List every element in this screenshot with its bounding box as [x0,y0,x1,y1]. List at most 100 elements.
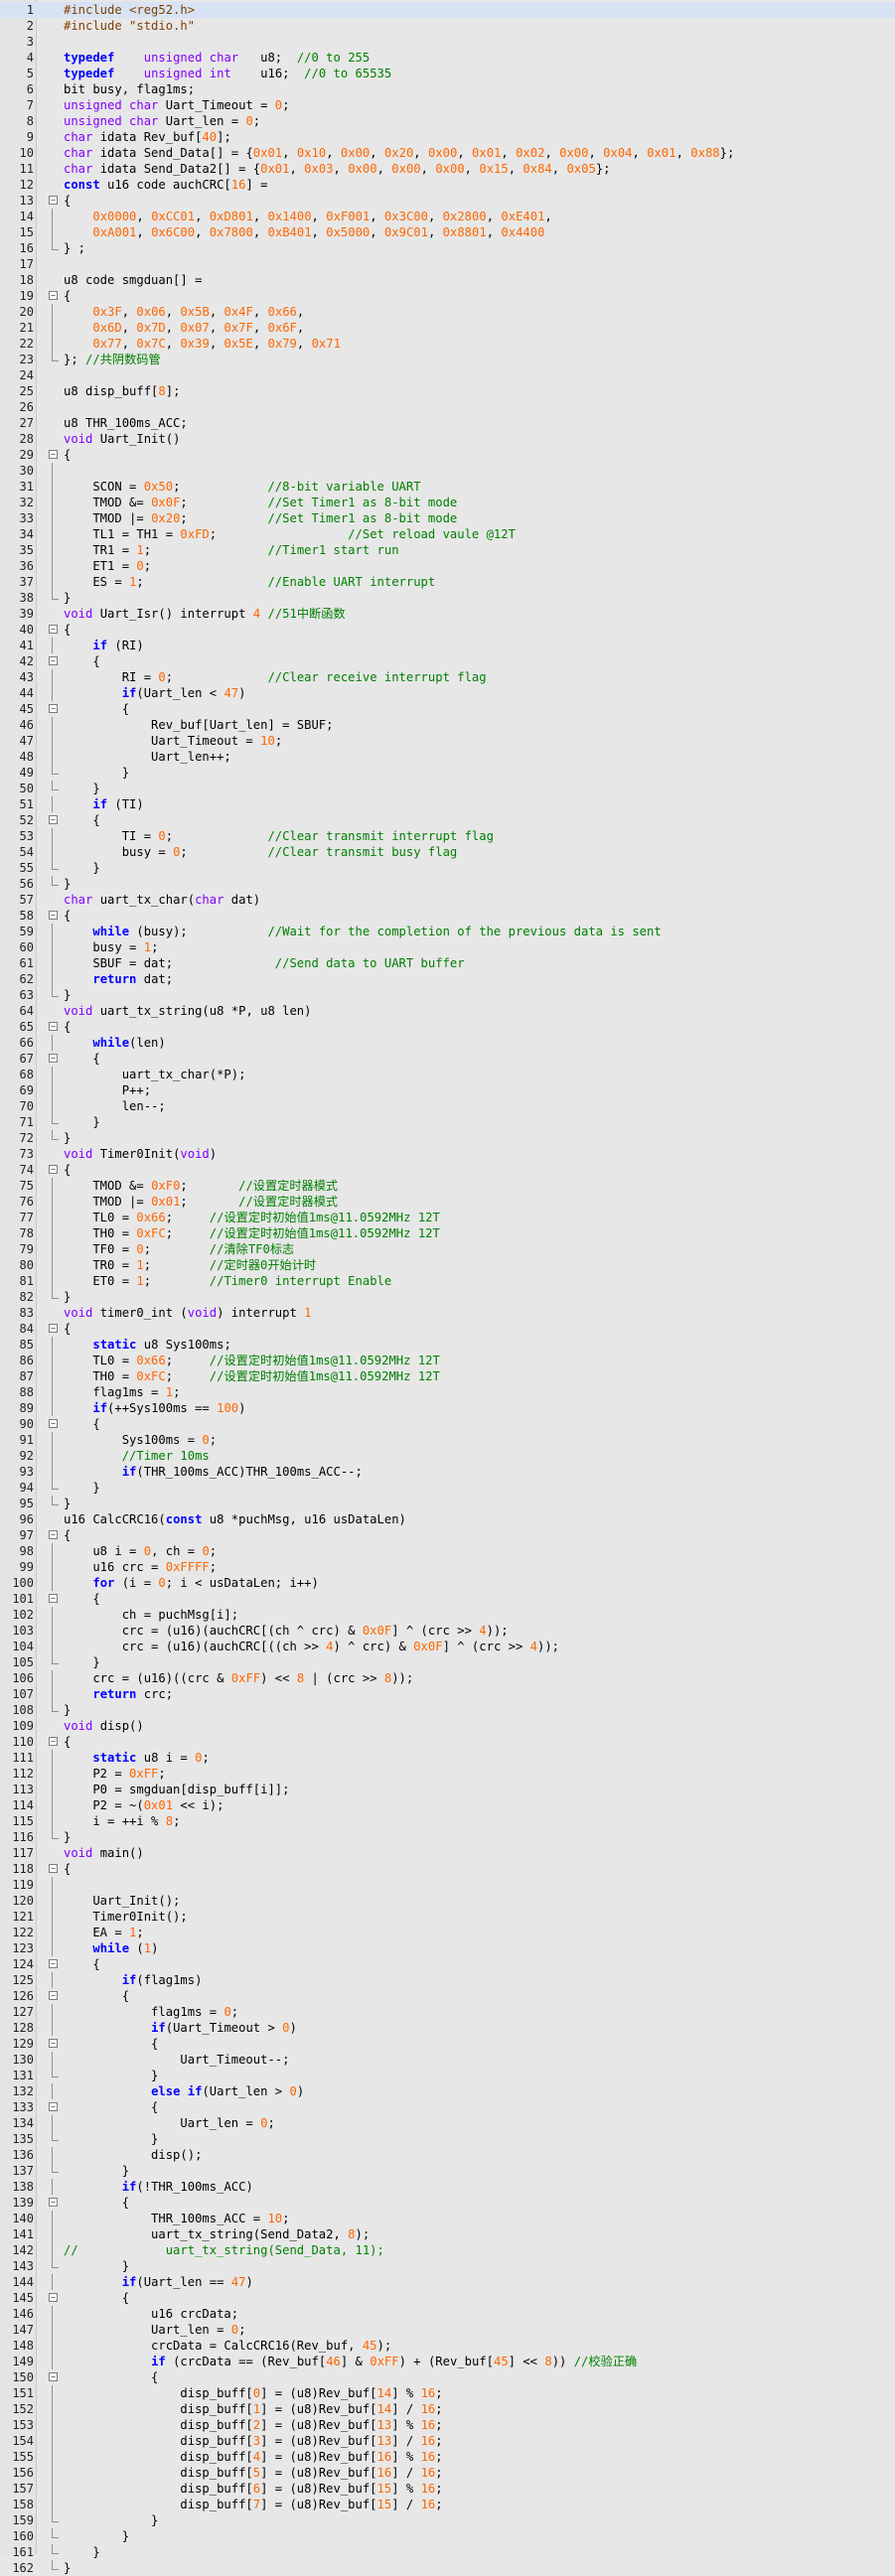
code-line[interactable]: 33 TMOD |= 0x20; //Set Timer1 as 8-bit m… [0,510,895,526]
code-line[interactable]: 97 −{ [0,1527,895,1543]
code-line[interactable]: 24 [0,367,895,383]
code-line[interactable]: 157 disp_buff[6] = (u8)Rev_buf[15] % 16; [0,2481,895,2497]
code-line[interactable]: 46 Rev_buf[Uart_len] = SBUF; [0,717,895,733]
code-line[interactable]: 134 Uart_len = 0; [0,2115,895,2131]
code-line[interactable]: 17 [0,256,895,272]
code-line[interactable]: 84 −{ [0,1321,895,1337]
code-line[interactable]: 162} [0,2560,895,2576]
code-line[interactable]: 146 u16 crcData; [0,2306,895,2322]
code-line[interactable]: 45 − { [0,701,895,717]
code-line[interactable]: 123 while (1) [0,1940,895,1956]
code-line[interactable]: 9 char idata Rev_buf[40]; [0,129,895,145]
fold-toggle-icon[interactable]: − [49,2372,58,2381]
code-line[interactable]: 30 [0,463,895,479]
code-line[interactable]: 154 disp_buff[3] = (u8)Rev_buf[13] / 16; [0,2433,895,2449]
fold-toggle-icon[interactable]: − [49,1165,58,1174]
code-line[interactable]: 27 u8 THR_100ms_ACC; [0,415,895,431]
code-line[interactable]: 32 TMOD &= 0x0F; //Set Timer1 as 8-bit m… [0,495,895,510]
code-line[interactable]: 94 } [0,1480,895,1496]
code-line[interactable]: 79 TF0 = 0; //清除TF0标志 [0,1241,895,1257]
code-line[interactable]: 88 flag1ms = 1; [0,1384,895,1400]
code-line[interactable]: 39 void Uart_Isr() interrupt 4 //51中断函数 [0,606,895,622]
code-line[interactable]: 42 − { [0,653,895,669]
code-line[interactable]: 96 u16 CalcCRC16(const u8 *puchMsg, u16 u… [0,1511,895,1527]
code-line[interactable]: 16} ; [0,240,895,256]
code-line[interactable]: 26 [0,399,895,415]
fold-toggle-icon[interactable]: − [49,1022,58,1031]
code-line[interactable]: 100 for (i = 0; i < usDataLen; i++) [0,1575,895,1591]
code-line[interactable]: 145 − { [0,2290,895,2306]
code-line[interactable]: 131 } [0,2068,895,2083]
code-line[interactable]: 124 − { [0,1956,895,1972]
code-line[interactable]: 28 void Uart_Init() [0,431,895,447]
fold-toggle-icon[interactable]: − [49,704,58,713]
code-line[interactable]: 113 P0 = smgduan[disp_buff[i]]; [0,1782,895,1797]
code-line[interactable]: 127 flag1ms = 0; [0,2004,895,2020]
code-line[interactable]: 144 if(Uart_len == 47) [0,2274,895,2290]
code-line[interactable]: 47 Uart_Timeout = 10; [0,733,895,749]
code-line[interactable]: 36 ET1 = 0; [0,558,895,574]
code-line[interactable]: 81 ET0 = 1; //Timer0 interrupt Enable [0,1273,895,1289]
code-line[interactable]: 40 −{ [0,622,895,638]
fold-toggle-icon[interactable]: − [49,291,58,300]
code-line[interactable]: 95} [0,1496,895,1511]
fold-toggle-icon[interactable]: − [49,656,58,665]
code-line[interactable]: 64 void uart_tx_string(u8 *P, u8 len) [0,1003,895,1019]
code-line[interactable]: 139 − { [0,2195,895,2211]
code-line[interactable]: 98 u8 i = 0, ch = 0; [0,1543,895,1559]
code-line[interactable]: 129 − { [0,2036,895,2052]
code-line[interactable]: 10 char idata Send_Data[] = {0x01, 0x10, … [0,145,895,161]
code-line[interactable]: 52 − { [0,812,895,828]
code-line[interactable]: 119 [0,1877,895,1893]
code-line[interactable]: 136 disp(); [0,2147,895,2163]
fold-toggle-icon[interactable]: − [49,815,58,824]
code-editor[interactable]: 1 #include <reg52.h> 2 #include "stdio.h" 3 4… [0,0,895,2575]
code-line[interactable]: 60 busy = 1; [0,939,895,955]
code-line[interactable]: 12 const u16 code auchCRC[16] = [0,177,895,193]
code-line[interactable]: 160 } [0,2528,895,2544]
code-line[interactable]: 70 len--; [0,1098,895,1114]
code-line[interactable]: 25 u8 disp_buff[8]; [0,383,895,399]
fold-toggle-icon[interactable]: − [49,1991,58,2000]
code-line[interactable]: 29 −{ [0,447,895,463]
code-line[interactable]: 99 u16 crc = 0xFFFF; [0,1559,895,1575]
code-line[interactable]: 67 − { [0,1051,895,1067]
code-line[interactable]: 5 typedef unsigned int u16; //0 to 65535 [0,66,895,81]
code-line[interactable]: 106 crc = (u16)((crc & 0xFF) << 8 | (crc… [0,1670,895,1686]
fold-toggle-icon[interactable]: − [49,1530,58,1539]
code-line[interactable]: 20 0x3F, 0x06, 0x5B, 0x4F, 0x66, [0,304,895,320]
code-line[interactable]: 71 } [0,1114,895,1130]
code-line[interactable]: 37 ES = 1; //Enable UART interrupt [0,574,895,590]
code-line[interactable]: 56} [0,876,895,892]
code-line[interactable]: 130 Uart_Timeout--; [0,2052,895,2068]
code-line[interactable]: 83 void timer0_int (void) interrupt 1 [0,1305,895,1321]
code-line[interactable]: 4 typedef unsigned char u8; //0 to 255 [0,50,895,66]
fold-toggle-icon[interactable]: − [49,1324,58,1333]
code-line[interactable]: 114 P2 = ~(0x01 << i); [0,1797,895,1813]
code-line[interactable]: 135 } [0,2131,895,2147]
code-line[interactable]: 78 TH0 = 0xFC; //设置定时初始值1ms@11.0592MHz 1… [0,1225,895,1241]
code-line[interactable]: 58 −{ [0,908,895,924]
fold-toggle-icon[interactable]: − [49,450,58,459]
code-line[interactable]: 92 //Timer 10ms [0,1448,895,1464]
code-line[interactable]: 80 TR0 = 1; //定时器0开始计时 [0,1257,895,1273]
code-line[interactable]: 141 uart_tx_string(Send_Data2, 8); [0,2226,895,2242]
fold-toggle-icon[interactable]: − [49,1959,58,1968]
code-line[interactable]: 69 P++; [0,1082,895,1098]
code-line[interactable]: 156 disp_buff[5] = (u8)Rev_buf[16] / 16; [0,2465,895,2481]
code-line[interactable]: 115 i = ++i % 8; [0,1813,895,1829]
code-line[interactable]: 142 // uart_tx_string(Send_Data, 11); [0,2242,895,2258]
code-line[interactable]: 50 } [0,781,895,796]
code-line[interactable]: 51 if (TI) [0,796,895,812]
fold-toggle-icon[interactable]: − [49,2198,58,2207]
code-line[interactable]: 75 TMOD &= 0xF0; //设置定时器模式 [0,1178,895,1194]
code-line[interactable]: 77 TL0 = 0x66; //设置定时初始值1ms@11.0592MHz 1… [0,1210,895,1225]
code-line[interactable]: 38} [0,590,895,606]
code-line[interactable]: 87 TH0 = 0xFC; //设置定时初始值1ms@11.0592MHz 1… [0,1368,895,1384]
code-line[interactable]: 18 u8 code smgduan[] = [0,272,895,288]
fold-toggle-icon[interactable]: − [49,625,58,634]
code-line[interactable]: 62 return dat; [0,971,895,987]
code-line[interactable]: 55 } [0,860,895,876]
code-line[interactable]: 66 while(len) [0,1035,895,1051]
code-line[interactable]: 22 0x77, 0x7C, 0x39, 0x5E, 0x79, 0x71 [0,336,895,352]
